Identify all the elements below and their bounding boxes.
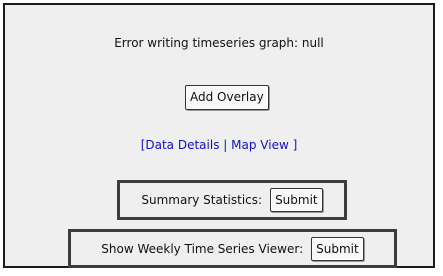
view-links: [Data Details | Map View ] bbox=[5, 138, 433, 152]
weekly-viewer-form: Show Weekly Time Series Viewer: Submit bbox=[68, 229, 397, 268]
summary-statistics-submit-button[interactable]: Submit bbox=[270, 188, 323, 212]
link-separator: | bbox=[223, 138, 228, 152]
summary-statistics-label: Summary Statistics: bbox=[141, 193, 263, 207]
close-bracket: ] bbox=[292, 138, 298, 152]
map-view-link[interactable]: Map View bbox=[231, 138, 289, 152]
content-panel: Error writing timeseries graph: null Add… bbox=[3, 3, 435, 268]
weekly-viewer-submit-button[interactable]: Submit bbox=[311, 236, 364, 261]
summary-statistics-form: Summary Statistics: Submit bbox=[117, 180, 347, 220]
error-message: Error writing timeseries graph: null bbox=[114, 36, 324, 50]
data-details-link[interactable]: Data Details bbox=[145, 138, 219, 152]
add-overlay-button[interactable]: Add Overlay bbox=[185, 85, 269, 110]
weekly-viewer-label: Show Weekly Time Series Viewer: bbox=[101, 241, 304, 256]
